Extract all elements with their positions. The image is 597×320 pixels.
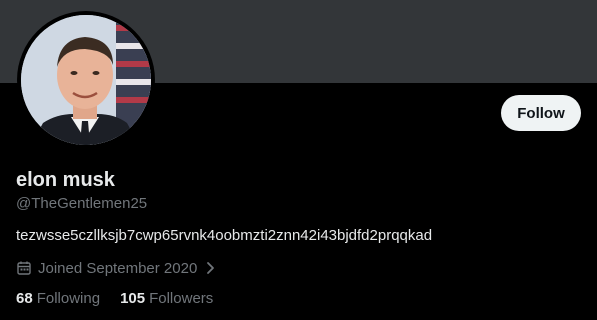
following-link[interactable]: 68 Following bbox=[16, 290, 100, 307]
display-name: elon musk bbox=[16, 169, 115, 191]
joined-date[interactable]: Joined September 2020 bbox=[16, 258, 217, 278]
joined-text: Joined September 2020 bbox=[38, 259, 198, 277]
following-count: 68 bbox=[16, 289, 33, 307]
user-handle: @TheGentlemen25 bbox=[16, 195, 148, 212]
following-label: Following bbox=[36, 289, 101, 307]
follow-button[interactable]: Follow bbox=[501, 95, 581, 131]
chevron-right-icon[interactable] bbox=[205, 261, 217, 275]
followers-link[interactable]: 105 Followers bbox=[120, 290, 213, 307]
followers-count: 105 bbox=[120, 289, 146, 307]
avatar-photo bbox=[21, 15, 151, 145]
bio-text: tezwsse5czllksjb7cwp65rvnk4oobmzti2znn42… bbox=[16, 227, 433, 244]
calendar-icon bbox=[16, 260, 32, 276]
avatar[interactable] bbox=[17, 11, 155, 149]
followers-label: Followers bbox=[149, 289, 214, 307]
profile-stats: 68 Following 105 Followers bbox=[16, 288, 213, 308]
